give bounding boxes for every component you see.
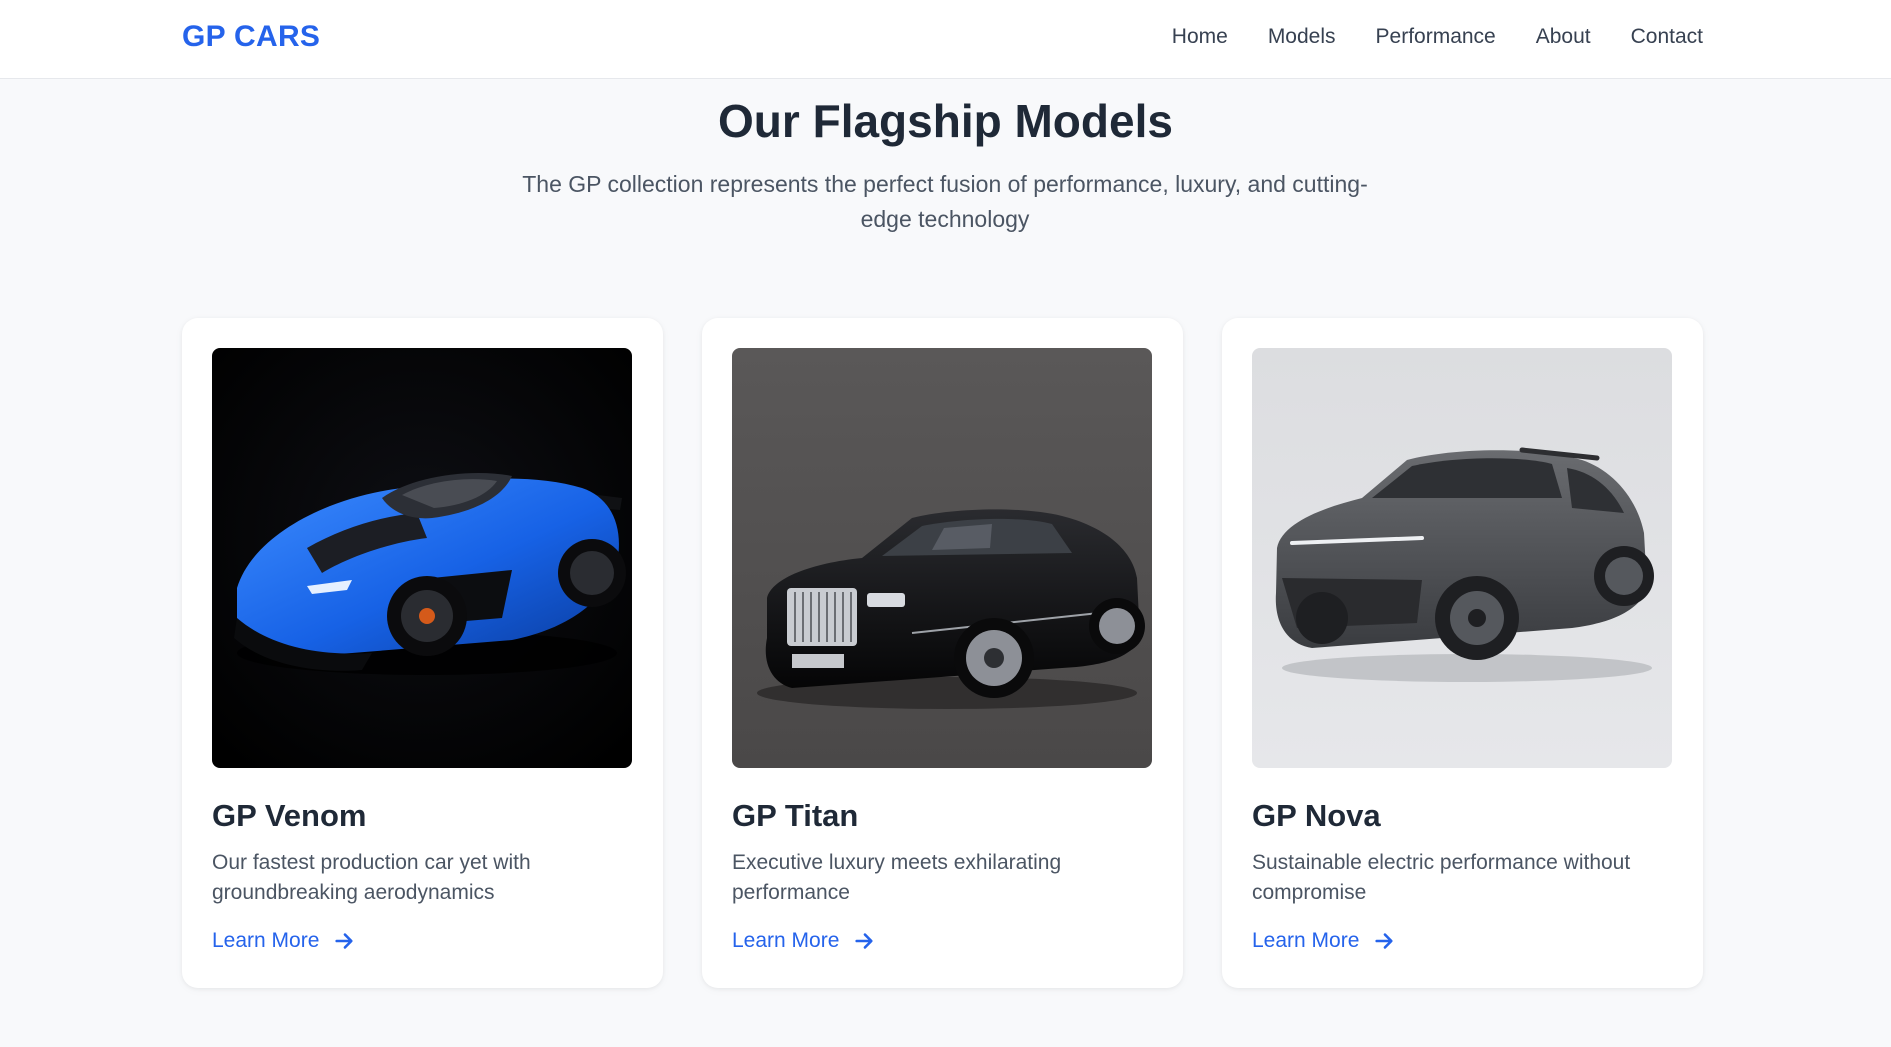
brand-logo[interactable]: GP CARS	[182, 20, 320, 54]
nav-link-contact[interactable]: Contact	[1631, 25, 1703, 49]
card-description: Our fastest production car yet with grou…	[212, 851, 531, 904]
card-description: Sustainable electric performance without…	[1252, 851, 1631, 904]
learn-more-link[interactable]: Learn More	[732, 929, 875, 953]
car-image-titan	[732, 348, 1152, 768]
learn-more-label: Learn More	[1252, 929, 1360, 952]
learn-more-link[interactable]: Learn More	[212, 929, 355, 953]
top-navbar: GP CARS Home Models Performance About Co…	[0, 0, 1891, 79]
learn-more-link[interactable]: Learn More	[1252, 929, 1395, 953]
main-nav: Home Models Performance About Contact	[1172, 25, 1703, 49]
nav-link-models[interactable]: Models	[1268, 25, 1336, 49]
arrow-right-icon	[335, 933, 354, 949]
nav-link-home[interactable]: Home	[1172, 25, 1228, 49]
nav-link-about[interactable]: About	[1536, 25, 1591, 49]
learn-more-label: Learn More	[732, 929, 840, 952]
car-image-venom	[212, 348, 632, 768]
model-card-nova: GP Nova Sustainable electric performance…	[1222, 318, 1703, 988]
arrow-right-icon	[855, 933, 874, 949]
section-subtitle: The GP collection represents the perfect…	[522, 171, 1368, 232]
model-card-venom: GP Venom Our fastest production car yet …	[182, 318, 663, 988]
arrow-right-icon	[1375, 933, 1394, 949]
card-title: GP Titan	[732, 798, 859, 833]
nav-link-performance[interactable]: Performance	[1376, 25, 1496, 49]
model-card-titan: GP Titan Executive luxury meets exhilara…	[702, 318, 1183, 988]
card-description: Executive luxury meets exhilarating perf…	[732, 851, 1062, 904]
car-image-nova	[1252, 348, 1672, 768]
learn-more-label: Learn More	[212, 929, 320, 952]
card-title: GP Venom	[212, 798, 367, 833]
section-title: Our Flagship Models	[718, 95, 1173, 147]
card-title: GP Nova	[1252, 798, 1381, 833]
